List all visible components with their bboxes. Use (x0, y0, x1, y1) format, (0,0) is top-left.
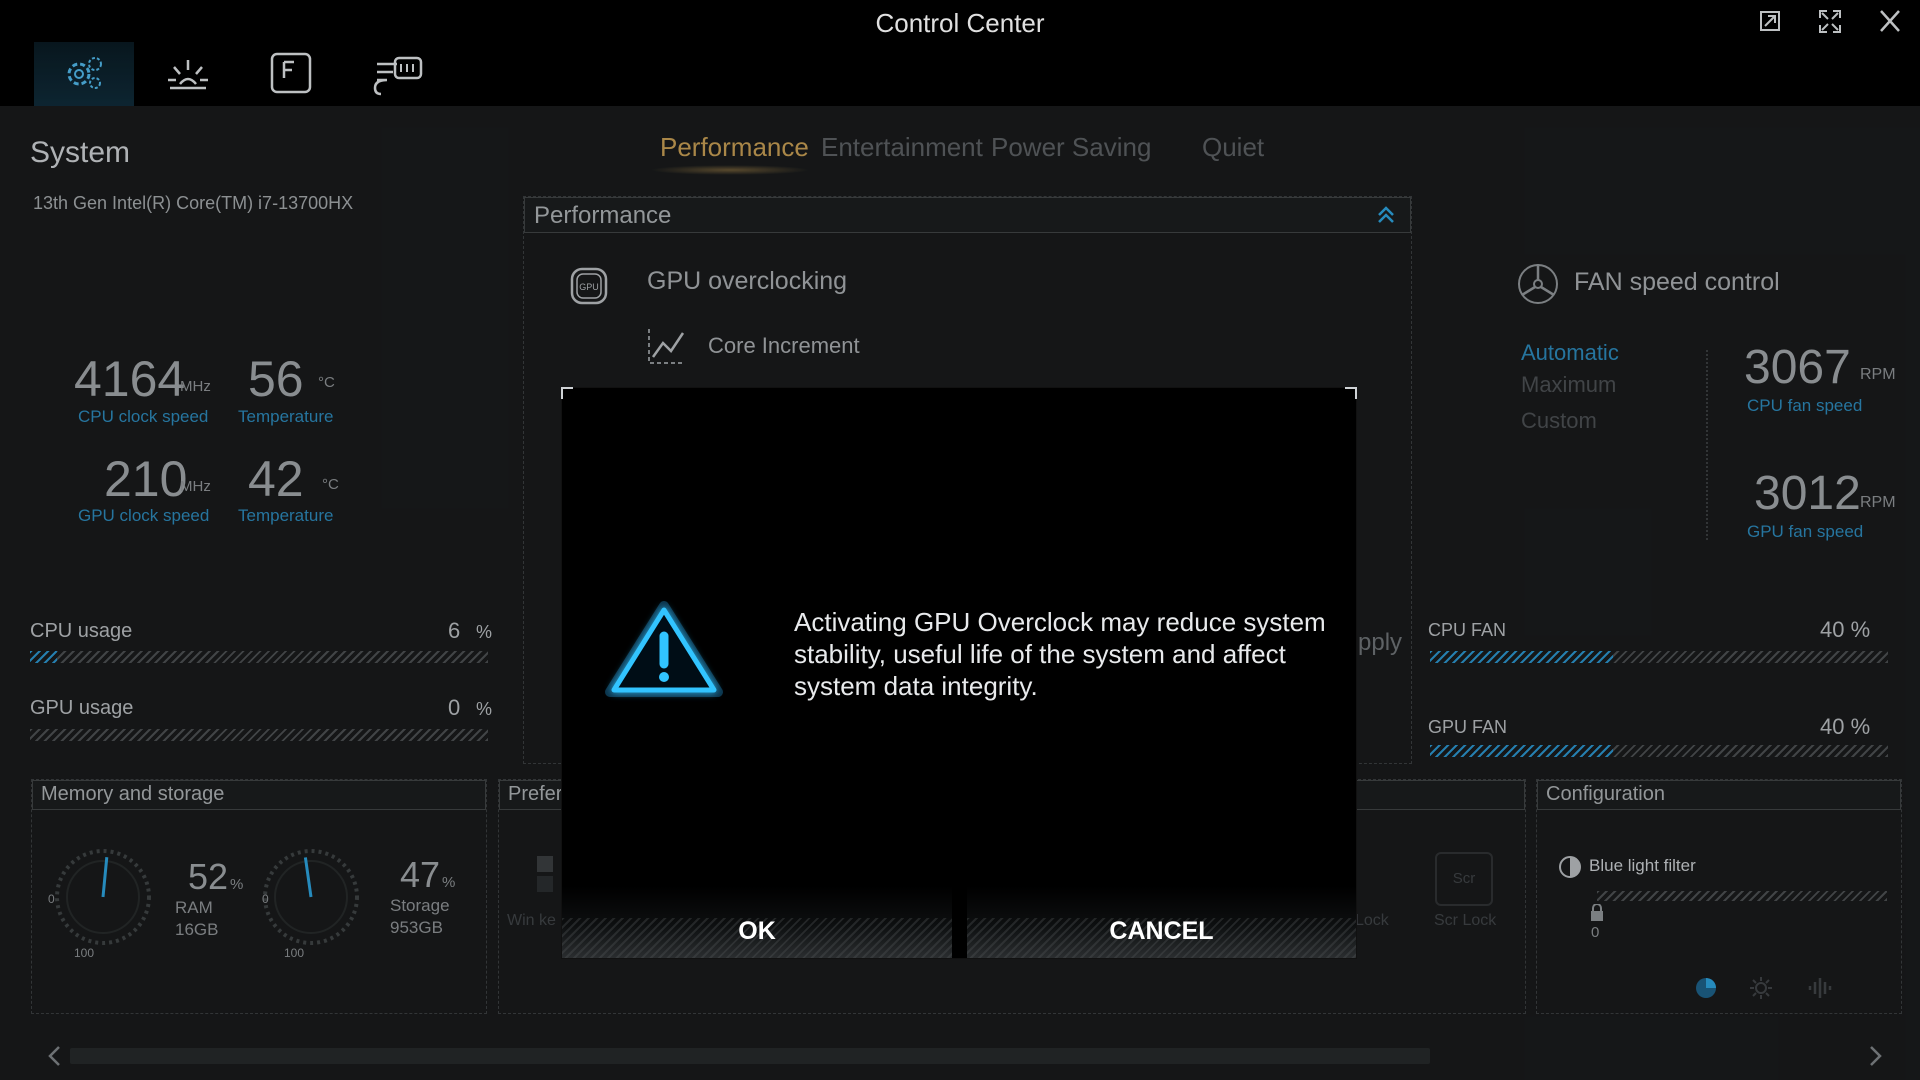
cancel-button-label: CANCEL (1109, 917, 1214, 945)
dialog-corner-tl (561, 387, 573, 399)
warning-message: Activating GPU Overclock may reduce syst… (794, 607, 1326, 701)
control-center-window: Control Center System 13th Gen Intel(R) … (0, 0, 1920, 1080)
overclock-warning-dialog: Activating GPU Overclock may reduce syst… (561, 387, 1357, 958)
dialog-corner-tr (1345, 387, 1357, 399)
ok-button[interactable]: OK (562, 886, 952, 958)
warning-icon (605, 601, 723, 697)
cancel-button[interactable]: CANCEL (967, 886, 1356, 958)
ok-button-label: OK (738, 917, 776, 945)
